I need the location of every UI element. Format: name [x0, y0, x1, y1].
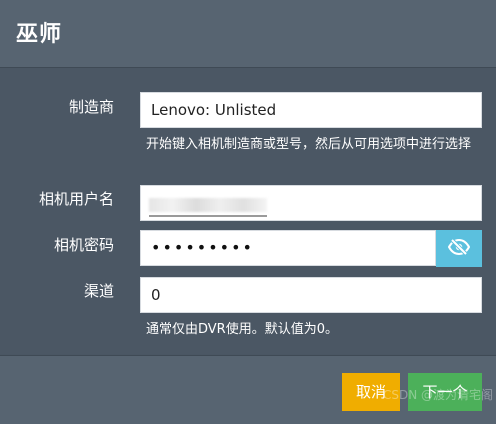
channel-help-text: 通常仅由DVR使用。默认值为0。 — [146, 322, 338, 337]
password-value: ••••••••• — [151, 238, 254, 257]
eye-slash-icon — [447, 238, 471, 259]
channel-input[interactable]: 0 — [140, 277, 482, 313]
username-label: 相机用户名 — [38, 190, 114, 208]
manufacturer-label: 制造商 — [68, 98, 114, 116]
manufacturer-value: Lenovo: Unlisted — [151, 101, 277, 119]
obscured-username — [149, 198, 267, 212]
dialog-title: 巫师 — [16, 22, 63, 47]
toggle-password-visibility-button[interactable] — [436, 230, 482, 267]
channel-value: 0 — [151, 286, 161, 304]
manufacturer-help-text: 开始键入相机制造商或型号，然后从可用选项中进行选择 — [146, 137, 472, 152]
channel-label: 渠道 — [83, 282, 114, 300]
manufacturer-input[interactable]: Lenovo: Unlisted — [140, 92, 482, 128]
dialog-header: 巫师 — [0, 0, 496, 68]
obscured-username-underline — [149, 215, 267, 217]
username-input[interactable] — [140, 185, 482, 221]
password-input[interactable]: ••••••••• — [140, 230, 436, 266]
watermark-text: CSDN @渡为清宅阁 — [383, 388, 494, 402]
password-label: 相机密码 — [53, 236, 114, 254]
